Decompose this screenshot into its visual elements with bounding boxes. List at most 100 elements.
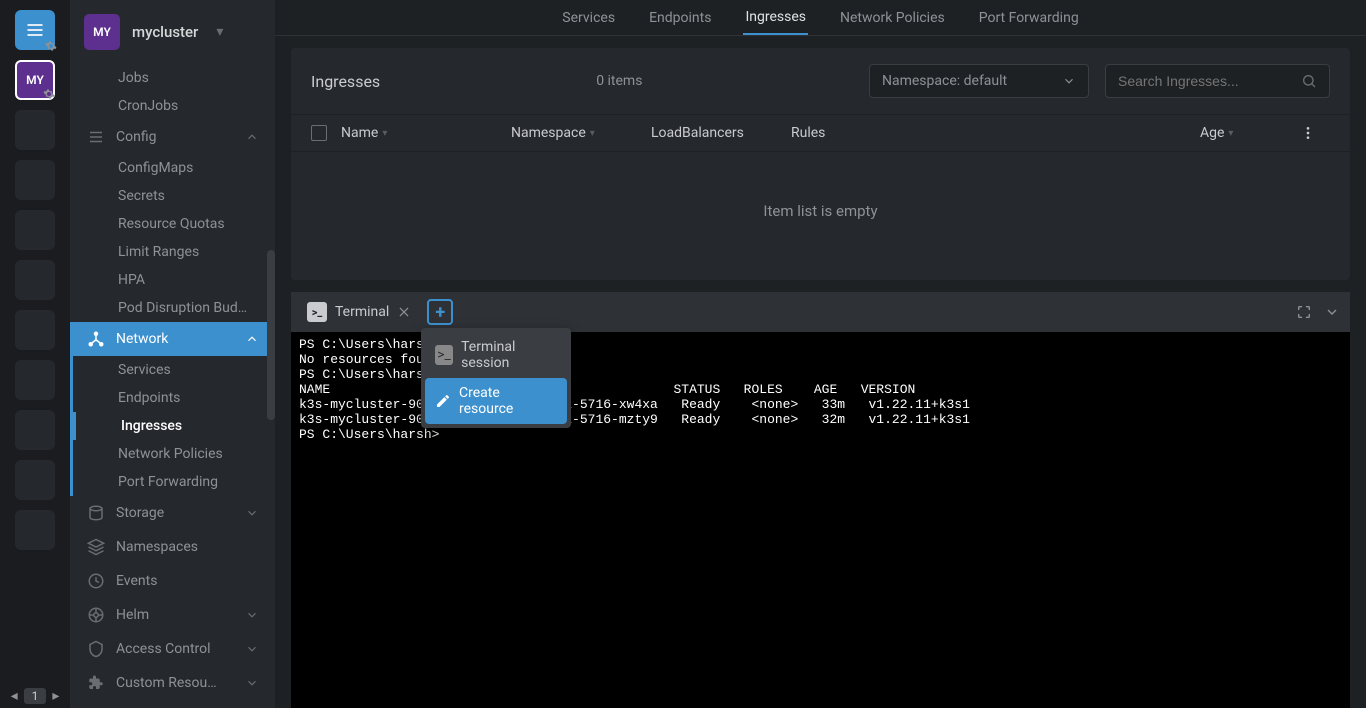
rail-slot[interactable] (15, 360, 55, 400)
sidebar-label: Helm (116, 607, 149, 623)
menu-icon (25, 20, 45, 40)
rail-slot[interactable] (15, 510, 55, 550)
rail-slot[interactable] (15, 260, 55, 300)
chevron-up-icon (245, 332, 259, 346)
sidebar-label: Network (116, 331, 168, 347)
menu-terminal-session[interactable]: >_ Terminal session (425, 332, 567, 378)
sidebar-section-config[interactable]: Config (70, 120, 275, 154)
chevron-down-icon (245, 642, 259, 656)
rail-slot[interactable] (15, 310, 55, 350)
sidebar-item-portfwd[interactable]: Port Forwarding (73, 468, 275, 496)
terminal-tab-label: Terminal (335, 304, 389, 320)
menu-create-resource[interactable]: Create resource (425, 378, 567, 424)
sidebar-section-crd[interactable]: Custom Resou… (70, 666, 275, 700)
tab-services[interactable]: Services (560, 2, 617, 34)
terminal-tab[interactable]: >_ Terminal (301, 298, 417, 326)
network-icon (86, 330, 106, 348)
sidebar-section-namespaces[interactable]: Namespaces (70, 530, 275, 564)
sort-icon: ▾ (1228, 128, 1233, 139)
sidebar-item-endpoints[interactable]: Endpoints (73, 384, 275, 412)
extension-icon (86, 674, 106, 692)
chevron-down-icon (245, 608, 259, 622)
list-icon (86, 128, 106, 146)
col-loadbalancers[interactable]: LoadBalancers (651, 125, 791, 141)
cluster-header[interactable]: MY mycluster ▾ (70, 0, 275, 64)
search-input[interactable] (1118, 73, 1301, 89)
sidebar-section-helm[interactable]: Helm (70, 598, 275, 632)
tab-portfwd[interactable]: Port Forwarding (977, 2, 1081, 34)
cluster-name: mycluster (132, 23, 198, 41)
panel-title: Ingresses (311, 72, 380, 91)
namespace-select[interactable]: Namespace: default (869, 64, 1089, 98)
rail-slot[interactable] (15, 210, 55, 250)
sidebar-item-secrets[interactable]: Secrets (70, 182, 275, 210)
col-rules[interactable]: Rules (791, 125, 1200, 141)
pencil-icon (435, 393, 451, 409)
tab-ingresses[interactable]: Ingresses (743, 1, 808, 35)
chevron-down-icon[interactable] (1324, 304, 1340, 320)
sidebar-item-jobs[interactable]: Jobs (70, 64, 275, 92)
chevron-down-icon (1062, 74, 1076, 88)
add-terminal-button[interactable]: + (427, 299, 453, 325)
layers-icon (86, 538, 106, 556)
sidebar: MY mycluster ▾ Jobs CronJobs Config Conf… (70, 0, 275, 708)
fullscreen-icon[interactable] (1296, 304, 1312, 320)
scrollbar[interactable] (267, 250, 275, 420)
chevron-up-icon (245, 130, 259, 144)
sidebar-item-pdb[interactable]: Pod Disruption Bud… (70, 294, 275, 322)
sidebar-section-access[interactable]: Access Control (70, 632, 275, 666)
shield-icon (86, 640, 106, 658)
sidebar-label: Access Control (116, 641, 211, 657)
rail-slot[interactable] (15, 160, 55, 200)
sidebar-item-ingresses[interactable]: Ingresses (73, 412, 275, 440)
tab-endpoints[interactable]: Endpoints (647, 2, 713, 34)
menu-label: Create resource (459, 385, 557, 417)
table-header: Name▾ Namespace▾ LoadBalancers Rules Age… (291, 114, 1350, 152)
sidebar-section-network[interactable]: Network (70, 322, 275, 356)
empty-state: Item list is empty (291, 152, 1350, 280)
rail-home-button[interactable] (15, 10, 55, 50)
rail-slot[interactable] (15, 410, 55, 450)
rail-cluster-badge: MY (26, 73, 44, 87)
sidebar-item-hpa[interactable]: HPA (70, 266, 275, 294)
sidebar-item-resourcequotas[interactable]: Resource Quotas (70, 210, 275, 238)
sidebar-item-limitranges[interactable]: Limit Ranges (70, 238, 275, 266)
caret-right-icon[interactable]: ▸ (52, 688, 59, 704)
sidebar-label: Storage (116, 505, 164, 521)
rail-page-badge: 1 (24, 688, 47, 704)
sidebar-item-cronjobs[interactable]: CronJobs (70, 92, 275, 120)
column-menu-button[interactable] (1300, 125, 1330, 141)
sidebar-label: Events (116, 573, 157, 589)
caret-down-icon: ▾ (216, 24, 223, 40)
chevron-down-icon (245, 676, 259, 690)
rail-slot[interactable] (15, 110, 55, 150)
sort-icon: ▾ (590, 128, 595, 139)
tab-netpol[interactable]: Network Policies (838, 2, 947, 34)
terminal-bar: >_ Terminal + >_ Terminal session (291, 292, 1350, 332)
menu-label: Terminal session (461, 339, 557, 371)
rail: MY ◂ 1 ▸ (0, 0, 70, 708)
sidebar-item-services[interactable]: Services (73, 356, 275, 384)
rail-footer: ◂ 1 ▸ (11, 688, 60, 704)
sidebar-label: Config (116, 129, 156, 145)
cluster-icon: MY (84, 14, 120, 50)
sidebar-item-configmaps[interactable]: ConfigMaps (70, 154, 275, 182)
select-all-checkbox[interactable] (311, 125, 341, 141)
col-age[interactable]: Age▾ (1200, 125, 1300, 141)
terminal-add-menu: >_ Terminal session Create resource (421, 328, 571, 428)
panel-count: 0 items (596, 73, 642, 89)
rail-cluster-button[interactable]: MY (15, 60, 55, 100)
namespace-label: Namespace: default (882, 73, 1007, 89)
sidebar-label: Pod Disruption Bud… (118, 300, 247, 316)
sidebar-section-storage[interactable]: Storage (70, 496, 275, 530)
chevron-down-icon (245, 506, 259, 520)
storage-icon (86, 504, 106, 522)
col-namespace[interactable]: Namespace▾ (511, 125, 651, 141)
col-name[interactable]: Name▾ (341, 125, 511, 141)
close-icon[interactable] (397, 305, 411, 319)
gear-icon (43, 88, 57, 102)
caret-left-icon[interactable]: ◂ (11, 688, 18, 704)
sidebar-item-netpol[interactable]: Network Policies (73, 440, 275, 468)
sidebar-section-events[interactable]: Events (70, 564, 275, 598)
rail-slot[interactable] (15, 460, 55, 500)
